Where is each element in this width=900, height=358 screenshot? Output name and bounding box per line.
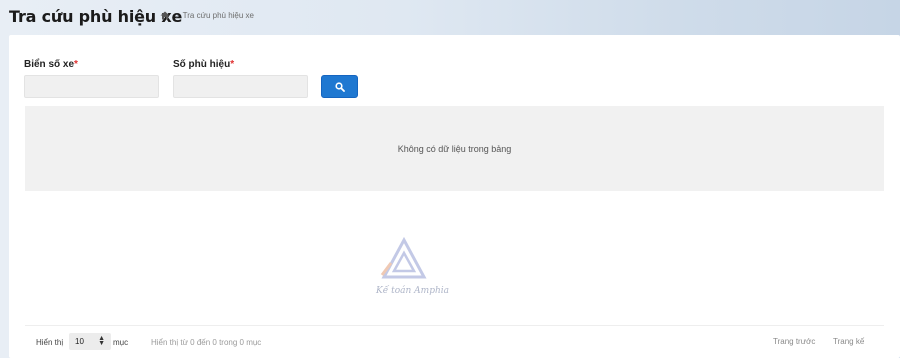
plate-label: Biển số xe*: [24, 59, 78, 70]
show-label: Hiển thị: [36, 338, 64, 347]
empty-table-message: Không có dữ liệu trong bảng: [397, 143, 512, 154]
breadcrumb-separator: ›: [176, 11, 179, 20]
required-mark: *: [74, 59, 78, 70]
search-button[interactable]: [321, 75, 358, 98]
watermark-logo: Kế toán Amphia: [364, 235, 454, 305]
watermark-text: Kế toán Amphia: [375, 285, 449, 296]
home-icon[interactable]: [160, 11, 170, 20]
breadcrumb-current: Tra cứu phù hiệu xe: [182, 11, 254, 20]
results-table: Không có dữ liệu trong bảng: [25, 106, 884, 191]
breadcrumb: › Tra cứu phù hiệu xe: [160, 11, 254, 20]
badge-label-text: Số phù hiệu: [173, 59, 231, 70]
table-footer: Hiển thị 10 ▲ ▼ mục Hiển thị từ 0 đến 0 t…: [9, 332, 900, 352]
search-icon: [334, 81, 345, 92]
page-title: Tra cứu phù hiệu xe: [9, 7, 183, 26]
page-header: Tra cứu phù hiệu xe › Tra cứu phù hiệu x…: [0, 0, 900, 34]
plate-label-text: Biển số xe: [24, 59, 75, 70]
next-page-link[interactable]: Trang kế: [833, 337, 864, 346]
previous-page-link[interactable]: Trang trước: [773, 337, 815, 346]
table-info: Hiển thị từ 0 đến 0 trong 0 mục: [151, 338, 262, 347]
plate-number-input[interactable]: [24, 75, 159, 98]
footer-divider: [25, 325, 884, 326]
required-mark: *: [230, 59, 235, 70]
updown-arrows-icon: ▲ ▼: [98, 335, 105, 347]
page-size-select[interactable]: 10 ▲ ▼: [69, 333, 111, 350]
badge-number-input[interactable]: [173, 75, 308, 98]
search-card: Biển số xe* Số phù hiệu* Không có dữ liệ…: [9, 35, 900, 358]
page-size-value: 10: [75, 337, 84, 346]
badge-label: Số phù hiệu*: [173, 59, 234, 70]
entries-label: mục: [113, 338, 129, 347]
